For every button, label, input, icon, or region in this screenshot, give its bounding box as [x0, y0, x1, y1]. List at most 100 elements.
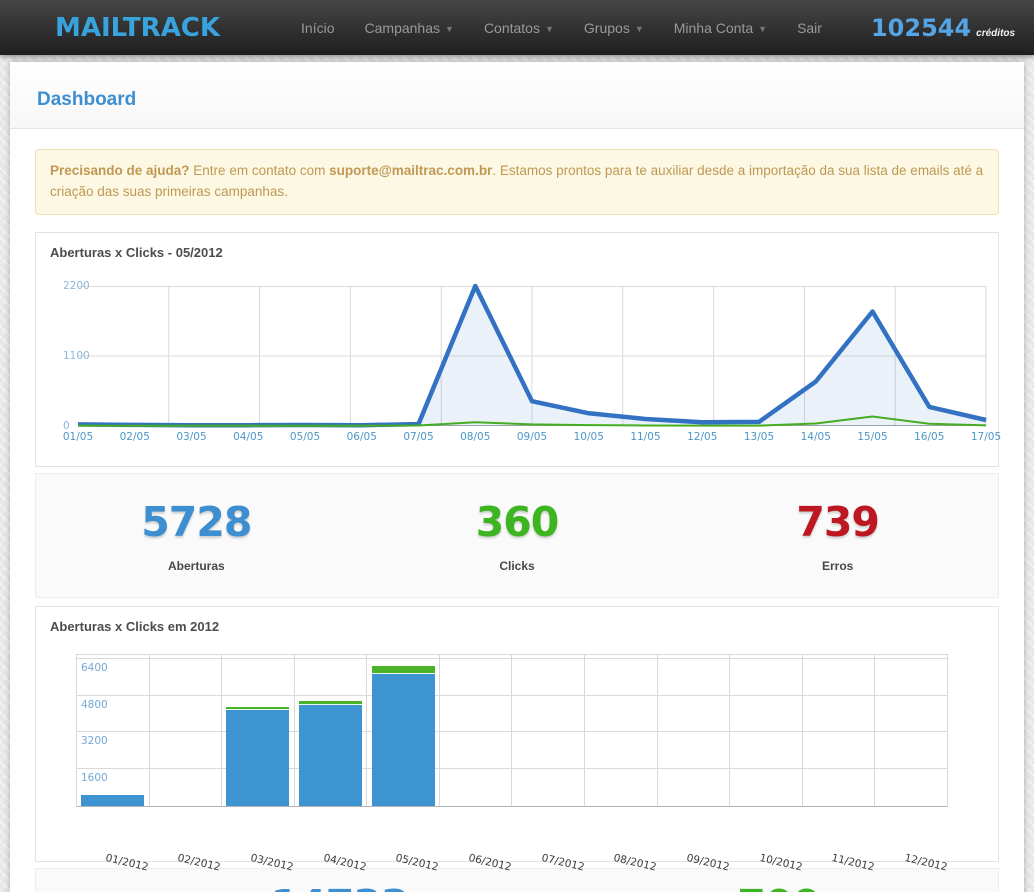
x-tick-label: 05/05 [290, 431, 320, 443]
caret-down-icon: ▼ [545, 24, 554, 34]
bar-cell [295, 655, 368, 806]
x-tick-label: 09/2012 [685, 852, 730, 874]
credits-display: 102544 créditos [871, 14, 1015, 42]
x-tick-label: 04/05 [233, 431, 263, 443]
y-tick-label: 3200 [81, 735, 108, 747]
bar-aberturas [372, 674, 435, 806]
bar-chart-plot: 1600 3200 4800 6400 [76, 654, 948, 807]
x-tick-label: 01/05 [63, 431, 93, 443]
bar-cell [367, 655, 440, 806]
x-tick-label: 06/05 [347, 431, 377, 443]
nav-item-grupos[interactable]: Grupos▼ [569, 0, 659, 55]
bar-stack [226, 707, 289, 806]
navbar: mailtrack InícioCampanhas▼Contatos▼Grupo… [0, 0, 1034, 55]
bar-aberturas [81, 795, 144, 806]
nav-item-minha-conta[interactable]: Minha Conta▼ [659, 0, 782, 55]
x-tick-label: 06/2012 [467, 852, 512, 874]
stat-erros: 739 Erros [677, 502, 998, 573]
nav-item-campanhas[interactable]: Campanhas▼ [350, 0, 469, 55]
x-tick-label: 10/05 [574, 431, 604, 443]
x-tick-label: 03/05 [176, 431, 206, 443]
x-tick-label: 02/05 [120, 431, 150, 443]
x-tick-label: 15/05 [857, 431, 887, 443]
x-tick-label: 16/05 [914, 431, 944, 443]
stat-erros-value: 739 [677, 502, 998, 543]
bar-aberturas [299, 705, 362, 806]
page-title: Dashboard [37, 89, 997, 111]
x-tick-label: 14/05 [801, 431, 831, 443]
nav-item-início[interactable]: Início [286, 0, 349, 55]
caret-down-icon: ▼ [635, 24, 644, 34]
stat-year-clicks-value: 700 [559, 885, 998, 892]
year-chart: 1600320048006400 01/201202/201203/201204… [76, 654, 948, 845]
x-tick-label: 05/2012 [394, 852, 439, 874]
x-tick-label: 11/05 [630, 431, 660, 443]
year-chart-xlabels: 01/2012 02/2012 03/2012 04/2012 05/2012 06/20… [76, 845, 948, 883]
x-tick-label: 11/2012 [830, 852, 875, 874]
nav-item-contatos[interactable]: Contatos▼ [469, 0, 569, 55]
month-chart-title: Aberturas x Clicks - 05/2012 [50, 245, 984, 260]
month-stats-row: 5728 Aberturas 360 Clicks 739 Erros [35, 473, 999, 598]
brand-logo[interactable]: mailtrack [55, 13, 220, 43]
bar-cell [222, 655, 295, 806]
bar-cell [658, 655, 731, 806]
page-header: Dashboard [10, 62, 1024, 129]
stat-aberturas-label: Aberturas [36, 559, 357, 573]
bar-cell [512, 655, 585, 806]
bar-cell [150, 655, 223, 806]
month-chart-panel: Aberturas x Clicks - 05/2012 011002200 0… [35, 232, 999, 467]
x-tick-label: 12/2012 [903, 852, 948, 874]
stat-aberturas: 5728 Aberturas [36, 502, 357, 573]
x-tick-label: 07/2012 [540, 852, 585, 874]
help-alert: Precisando de ajuda? Entre em contato co… [35, 149, 999, 215]
month-chart: 011002200 01/0502/0503/0504/0505/0506/05… [78, 286, 986, 450]
x-tick-label: 12/05 [687, 431, 717, 443]
nav-item-sair[interactable]: Sair [782, 0, 837, 55]
support-email: suporte@mailtrac.com.br [329, 163, 492, 178]
bar-clicks [372, 666, 435, 674]
line-chart-svg [78, 286, 986, 426]
x-tick-label: 07/05 [403, 431, 433, 443]
y-tick-label: 4800 [81, 699, 108, 711]
year-chart-panel: Aberturas x Clicks em 2012 1600 3200 4800 6… [35, 606, 999, 862]
bar-stack [81, 795, 144, 806]
bar-stack [299, 701, 362, 806]
x-tick-label: 17/05 [971, 431, 1001, 443]
x-tick-label: 13/05 [744, 431, 774, 443]
month-chart-xlabels: 01/0502/0503/0504/0505/0506/0507/0508/05… [78, 426, 986, 450]
x-tick-label: 02/2012 [176, 852, 221, 874]
stat-year-aberturas-value: 14733 [120, 885, 559, 892]
help-alert-lead: Precisando de ajuda? [50, 163, 190, 178]
x-tick-label: 08/2012 [612, 852, 657, 874]
bar-cell [440, 655, 513, 806]
bar-cell [585, 655, 658, 806]
main-container: Dashboard Precisando de ajuda? Entre em … [10, 62, 1024, 892]
x-tick-label: 08/05 [460, 431, 490, 443]
stat-erros-label: Erros [677, 559, 998, 573]
stat-clicks-value: 360 [357, 502, 678, 543]
y-tick-label: 6400 [81, 662, 108, 674]
bar-cell [730, 655, 803, 806]
stat-year-aberturas: 14733 [36, 885, 559, 892]
caret-down-icon: ▼ [758, 24, 767, 34]
x-tick-label: 03/2012 [249, 852, 294, 874]
stat-clicks-label: Clicks [357, 559, 678, 573]
x-tick-label: 10/2012 [758, 852, 803, 874]
y-tick-label: 2200 [63, 280, 90, 292]
stat-aberturas-value: 5728 [36, 502, 357, 543]
bar-stack [372, 666, 435, 806]
credits-unit: créditos [976, 28, 1015, 39]
x-tick-label: 04/2012 [322, 852, 367, 874]
year-chart-title: Aberturas x Clicks em 2012 [50, 619, 984, 634]
y-tick-label: 1600 [81, 772, 108, 784]
x-tick-label: 01/2012 [104, 852, 149, 874]
credits-value: 102544 [871, 14, 971, 42]
stat-clicks: 360 Clicks [357, 502, 678, 573]
page-content: Precisando de ajuda? Entre em contato co… [10, 129, 1024, 892]
nav-menu: InícioCampanhas▼Contatos▼Grupos▼Minha Co… [286, 0, 837, 55]
stat-year-clicks: 700 [559, 885, 998, 892]
help-alert-text-1: Entre em contato com [190, 163, 330, 178]
bar-cell [803, 655, 876, 806]
x-tick-label: 09/05 [517, 431, 547, 443]
bar-cell [875, 655, 947, 806]
